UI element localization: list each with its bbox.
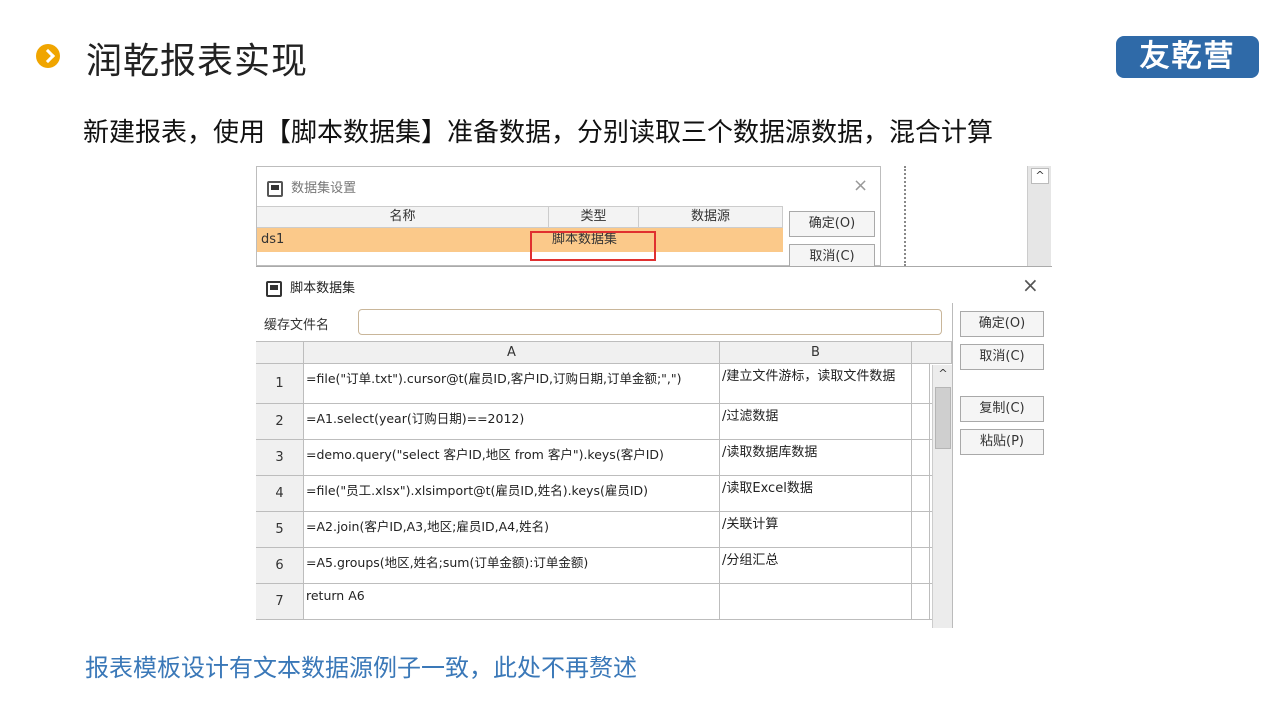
script-dataset-dialog: 脚本数据集 × 缓存文件名 确定(O) 取消(C) 复制(C) 粘贴(P) A … — [256, 266, 1052, 628]
column-header-source[interactable]: 数据源 — [639, 207, 783, 227]
cell-pad — [912, 512, 930, 547]
app-icon — [266, 280, 282, 297]
grid-row: 5 =A2.join(客户ID,A3,地区;雇员ID,A4,姓名) /关联计算 — [256, 512, 952, 548]
grid-row: 2 =A1.select(year(订购日期)==2012) /过滤数据 — [256, 404, 952, 440]
row-number[interactable]: 7 — [256, 584, 304, 619]
slide-title: 润乾报表实现 — [86, 41, 309, 82]
row-number[interactable]: 3 — [256, 440, 304, 475]
row-number[interactable]: 2 — [256, 404, 304, 439]
footer-note: 报表模板设计有文本数据源例子一致，此处不再赘述 — [85, 654, 637, 682]
dataset-settings-dialog: 数据集设置 × 名称 类型 数据源 ds1 脚本数据集 确定(O) 取消(C) — [256, 166, 881, 270]
cell-b4[interactable]: /读取Excel数据 — [720, 476, 912, 511]
highlight-box — [530, 231, 656, 261]
cache-file-label: 缓存文件名 — [264, 318, 330, 333]
cell-a2[interactable]: =A1.select(year(订购日期)==2012) — [304, 404, 720, 439]
dataset-ok-button[interactable]: 确定(O) — [789, 211, 875, 237]
scrollbar-thumb[interactable] — [935, 387, 951, 449]
cell-b2[interactable]: /过滤数据 — [720, 404, 912, 439]
scroll-up-icon[interactable]: ^ — [935, 367, 951, 383]
column-header-a[interactable]: A — [304, 342, 720, 363]
designer-grid-line — [904, 166, 906, 266]
cell-b1[interactable]: /建立文件游标，读取文件数据 — [720, 364, 912, 403]
grid-row: 7 return A6 — [256, 584, 952, 620]
grid-header: A B — [256, 342, 952, 364]
dataset-row[interactable]: ds1 脚本数据集 — [257, 228, 783, 252]
scroll-up-icon[interactable]: ^ — [1031, 168, 1049, 184]
script-ok-button[interactable]: 确定(O) — [960, 311, 1044, 337]
cell-a3[interactable]: =demo.query("select 客户ID,地区 from 客户").ke… — [304, 440, 720, 475]
column-header-name[interactable]: 名称 — [257, 207, 549, 227]
slide-subtitle: 新建报表，使用【脚本数据集】准备数据，分别读取三个数据源数据，混合计算 — [83, 118, 994, 148]
cell-b6[interactable]: /分组汇总 — [720, 548, 912, 583]
cell-pad — [912, 476, 930, 511]
dataset-dialog-title: 数据集设置 — [291, 181, 357, 196]
script-cancel-button[interactable]: 取消(C) — [960, 344, 1044, 370]
dataset-name-cell[interactable]: ds1 — [261, 228, 284, 252]
paste-button[interactable]: 粘贴(P) — [960, 429, 1044, 455]
column-header-type[interactable]: 类型 — [549, 207, 639, 227]
cell-pad — [912, 548, 930, 583]
cell-pad — [912, 440, 930, 475]
cell-b7[interactable] — [720, 584, 912, 619]
cell-pad — [912, 584, 930, 619]
column-header-b[interactable]: B — [720, 342, 912, 363]
grid-scrollbar[interactable]: ^ — [932, 365, 952, 628]
dataset-table: 名称 类型 数据源 ds1 脚本数据集 — [257, 206, 783, 252]
row-number[interactable]: 4 — [256, 476, 304, 511]
row-number[interactable]: 1 — [256, 364, 304, 403]
script-dialog-titlebar: 脚本数据集 — [266, 277, 355, 297]
grid-row: 1 =file("订单.txt").cursor@t(雇员ID,客户ID,订购日… — [256, 364, 952, 404]
copy-button[interactable]: 复制(C) — [960, 396, 1044, 422]
bullet-icon — [36, 44, 60, 68]
close-icon[interactable]: × — [853, 175, 868, 196]
cell-b3[interactable]: /读取数据库数据 — [720, 440, 912, 475]
grid-row: 3 =demo.query("select 客户ID,地区 from 客户").… — [256, 440, 952, 476]
grid-corner — [256, 342, 304, 363]
app-icon — [267, 180, 283, 197]
cell-a6[interactable]: =A5.groups(地区,姓名;sum(订单金额):订单金额) — [304, 548, 720, 583]
dataset-dialog-titlebar: 数据集设置 — [267, 177, 356, 197]
cell-a5[interactable]: =A2.join(客户ID,A3,地区;雇员ID,A4,姓名) — [304, 512, 720, 547]
cell-b5[interactable]: /关联计算 — [720, 512, 912, 547]
dataset-table-header: 名称 类型 数据源 — [257, 206, 783, 228]
cell-a4[interactable]: =file("员工.xlsx").xlsimport@t(雇员ID,姓名).ke… — [304, 476, 720, 511]
script-dialog-title: 脚本数据集 — [290, 281, 356, 296]
cache-file-input[interactable] — [358, 309, 942, 335]
cell-pad — [912, 404, 930, 439]
cell-a1[interactable]: =file("订单.txt").cursor@t(雇员ID,客户ID,订购日期,… — [304, 364, 720, 403]
grid-header-pad — [912, 342, 952, 363]
report-designer-screenshot: 数据集设置 × 名称 类型 数据源 ds1 脚本数据集 确定(O) 取消(C) … — [256, 166, 1052, 628]
grid-row: 4 =file("员工.xlsx").xlsimport@t(雇员ID,姓名).… — [256, 476, 952, 512]
row-number[interactable]: 5 — [256, 512, 304, 547]
grid-row: 6 =A5.groups(地区,姓名;sum(订单金额):订单金额) /分组汇总 — [256, 548, 952, 584]
close-icon[interactable]: × — [1022, 273, 1039, 297]
cell-a7[interactable]: return A6 — [304, 584, 720, 619]
script-grid: A B 1 =file("订单.txt").cursor@t(雇员ID,客户ID… — [256, 341, 952, 628]
cell-pad — [912, 364, 930, 403]
designer-scrollbar[interactable]: ^ — [1027, 166, 1051, 266]
row-number[interactable]: 6 — [256, 548, 304, 583]
divider — [952, 303, 953, 628]
brand-logo: 友乾营 — [1116, 36, 1259, 78]
